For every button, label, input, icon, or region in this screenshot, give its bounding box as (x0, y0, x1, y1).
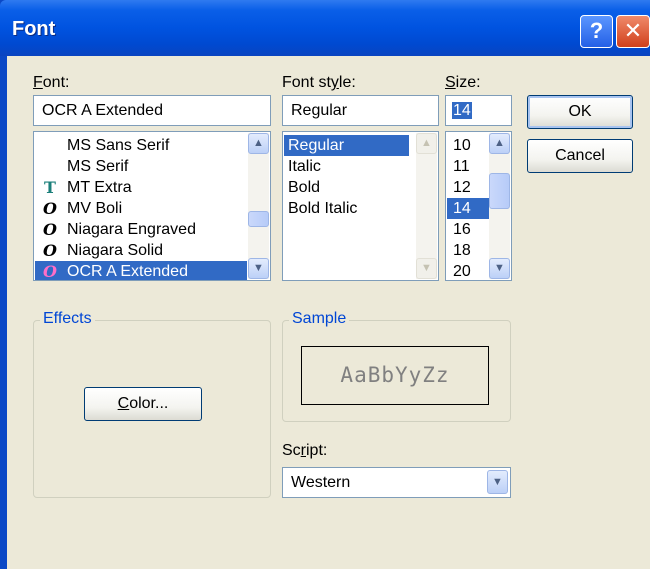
font-label: Font: (33, 74, 70, 91)
scroll-down-icon[interactable]: ▼ (248, 258, 269, 279)
size-list-item[interactable]: 20 (447, 261, 487, 280)
ok-button[interactable]: OK (527, 95, 633, 129)
help-button[interactable]: ? (580, 15, 613, 48)
size-label: Size: (445, 74, 481, 91)
size-item-label: 11 (453, 158, 470, 175)
size-item-label: 18 (453, 242, 471, 259)
scroll-up-icon: ▲ (416, 133, 437, 154)
opentype-icon: O (43, 262, 57, 281)
size-input-value: 14 (452, 102, 472, 119)
font-item-label: Niagara Solid (67, 242, 164, 259)
sample-preview: AaBbYyZz (301, 346, 489, 405)
cancel-button[interactable]: Cancel (527, 139, 633, 173)
size-list-item[interactable]: 18 (447, 240, 487, 261)
style-list-item[interactable]: Regular (284, 135, 409, 156)
size-list-item[interactable]: 11 (447, 156, 487, 177)
window-title: Font (12, 18, 56, 40)
size-item-label: 14 (453, 200, 471, 217)
style-list-item[interactable]: Bold (284, 177, 414, 198)
size-input[interactable]: 14 (445, 95, 512, 126)
font-style-scrollbar: ▲ ▼ (416, 133, 437, 279)
size-item-label: 12 (453, 179, 471, 196)
font-list-item[interactable]: O MV Boli (35, 198, 247, 219)
scroll-down-icon: ▼ (416, 258, 437, 279)
font-list-item[interactable]: T MT Extra (35, 177, 247, 198)
scroll-up-icon[interactable]: ▲ (489, 133, 510, 154)
size-list[interactable]: 10 11 12 14 16 18 20 ▲ ▼ (445, 131, 512, 281)
font-list-item[interactable]: O Niagara Solid (35, 240, 247, 261)
font-list-scrollbar[interactable]: ▲ ▼ (248, 133, 269, 279)
opentype-icon: O (43, 241, 57, 260)
style-list-item[interactable]: Italic (284, 156, 414, 177)
font-list-item[interactable]: O OCR A Extended (35, 261, 247, 281)
script-select[interactable]: Western ▼ (282, 467, 511, 498)
truetype-icon: T (44, 178, 56, 197)
font-item-label: MS Sans Serif (67, 137, 170, 154)
font-input[interactable]: OCR A Extended (33, 95, 271, 126)
size-list-item[interactable]: 12 (447, 177, 487, 198)
color-button[interactable]: Color... (84, 387, 202, 421)
scroll-thumb[interactable] (489, 173, 510, 209)
font-item-label: MV Boli (67, 200, 123, 217)
size-list-scrollbar[interactable]: ▲ ▼ (489, 133, 510, 279)
effects-legend: Effects (40, 310, 95, 328)
opentype-icon: O (43, 199, 57, 218)
close-button[interactable]: ✕ (616, 15, 650, 48)
sample-legend: Sample (289, 310, 350, 328)
font-style-list[interactable]: Regular Italic Bold Bold Italic ▲ ▼ (282, 131, 439, 281)
font-item-label: Niagara Engraved (67, 221, 196, 238)
sample-group: Sample AaBbYyZz (282, 310, 511, 422)
title-bar[interactable]: Font ? ✕ (0, 0, 650, 56)
font-item-label: MT Extra (67, 179, 132, 196)
font-style-input[interactable]: Regular (282, 95, 439, 126)
font-style-label: Font style: (282, 74, 356, 91)
scroll-thumb[interactable] (248, 211, 269, 227)
script-select-value: Western (291, 474, 351, 491)
font-dialog: Font ? ✕ Font: OCR A Extended MS Sans Se… (0, 0, 650, 569)
scroll-down-icon[interactable]: ▼ (489, 258, 510, 279)
font-list-item[interactable]: MS Serif (35, 156, 247, 177)
font-list-item[interactable]: O Niagara Engraved (35, 219, 247, 240)
font-item-label: OCR A Extended (67, 263, 188, 280)
size-item-label: 10 (453, 137, 471, 154)
size-list-item[interactable]: 14 (447, 198, 493, 219)
scroll-up-icon[interactable]: ▲ (248, 133, 269, 154)
font-list-item[interactable]: MS Sans Serif (35, 135, 247, 156)
font-list[interactable]: MS Sans Serif MS Serif T MT Extra O MV Boli O N… (33, 131, 271, 281)
opentype-icon: O (43, 220, 57, 239)
script-label: Script: (282, 442, 328, 459)
style-list-item[interactable]: Bold Italic (284, 198, 414, 219)
size-list-item[interactable]: 16 (447, 219, 487, 240)
effects-group: Effects Color... (33, 310, 271, 498)
chevron-down-icon[interactable]: ▼ (487, 470, 508, 494)
style-item-label: Italic (288, 158, 321, 175)
style-item-label: Bold Italic (288, 200, 358, 217)
size-item-label: 16 (453, 221, 471, 238)
style-item-label: Bold (288, 179, 321, 196)
style-item-label: Regular (288, 137, 345, 154)
font-item-label: MS Serif (67, 158, 129, 175)
size-list-item[interactable]: 10 (447, 135, 487, 156)
size-item-label: 20 (453, 263, 471, 280)
